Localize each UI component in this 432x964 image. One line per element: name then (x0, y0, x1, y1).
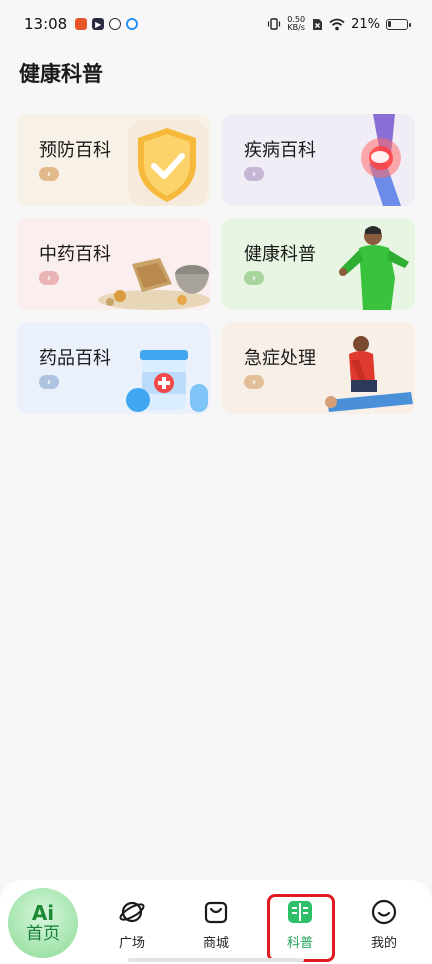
browser-app-icon (126, 18, 139, 30)
page-title: 健康科普 (19, 62, 103, 86)
nav-plaza[interactable]: 广场 (104, 898, 160, 951)
card-title: 急症处理 (244, 348, 316, 369)
runner-icon (339, 226, 409, 310)
nav-home-button[interactable]: Ai 首页 (8, 888, 78, 958)
card-title: 疾病百科 (244, 140, 316, 161)
category-grid: 预防百科 › 疾病百科 › 中药百科 › 健康科普 › 药品百科 › 急症处理 … (17, 114, 415, 414)
medicine-bottle-icon (126, 350, 208, 412)
card-title: 预防百科 (39, 140, 111, 161)
wifi-icon (329, 18, 345, 30)
card-drug-encyclopedia[interactable]: 药品百科 › (17, 322, 210, 414)
no-sim-icon (313, 18, 323, 30)
chevron-right-icon: › (244, 375, 264, 389)
battery-icon (386, 18, 411, 30)
nav-plaza-label: 广场 (118, 936, 145, 951)
card-title: 健康科普 (244, 244, 316, 265)
chevron-right-icon: › (39, 271, 59, 285)
chevron-right-icon: › (244, 167, 264, 181)
nav-home-label: 首页 (26, 924, 60, 944)
home-indicator (128, 958, 304, 962)
app-notification-icon (75, 18, 88, 30)
card-chinese-medicine-encyclopedia[interactable]: 中药百科 › (17, 218, 210, 310)
smile-icon (371, 899, 397, 925)
status-time: 13:08 (24, 15, 68, 33)
bottom-navigation: Ai 首页 广场 商城 科普 我的 (0, 880, 432, 964)
highlight-box (267, 894, 335, 962)
nav-mall-label: 商城 (202, 936, 229, 951)
nav-mall[interactable]: 商城 (188, 898, 244, 951)
cpr-icon (325, 336, 413, 412)
link-app-icon (109, 18, 122, 30)
vibrate-icon (268, 18, 281, 30)
shield-check-icon (128, 120, 208, 206)
planet-icon (119, 901, 145, 923)
card-emergency-treatment[interactable]: 急症处理 › (222, 322, 415, 414)
knee-joint-icon (361, 114, 401, 206)
card-disease-encyclopedia[interactable]: 疾病百科 › (222, 114, 415, 206)
chevron-right-icon: › (244, 271, 264, 285)
chevron-right-icon: › (39, 167, 59, 181)
shopping-bag-icon (204, 901, 228, 924)
battery-percent: 21% (351, 16, 380, 32)
video-app-icon: ▶ (92, 18, 105, 30)
card-title: 药品百科 (39, 348, 111, 369)
ai-badge: Ai (31, 901, 55, 925)
notification-icons: ▶ (75, 18, 139, 30)
herbal-medicine-icon (98, 258, 210, 310)
status-bar: 13:08 ▶ 0.50 KB/s 21% (0, 0, 432, 48)
card-prevention-encyclopedia[interactable]: 预防百科 › (17, 114, 210, 206)
nav-mine[interactable]: 我的 (356, 898, 412, 951)
nav-mine-label: 我的 (370, 936, 397, 951)
chevron-right-icon: › (39, 375, 59, 389)
network-speed: 0.50 KB/s (287, 15, 306, 32)
card-health-science[interactable]: 健康科普 › (222, 218, 415, 310)
